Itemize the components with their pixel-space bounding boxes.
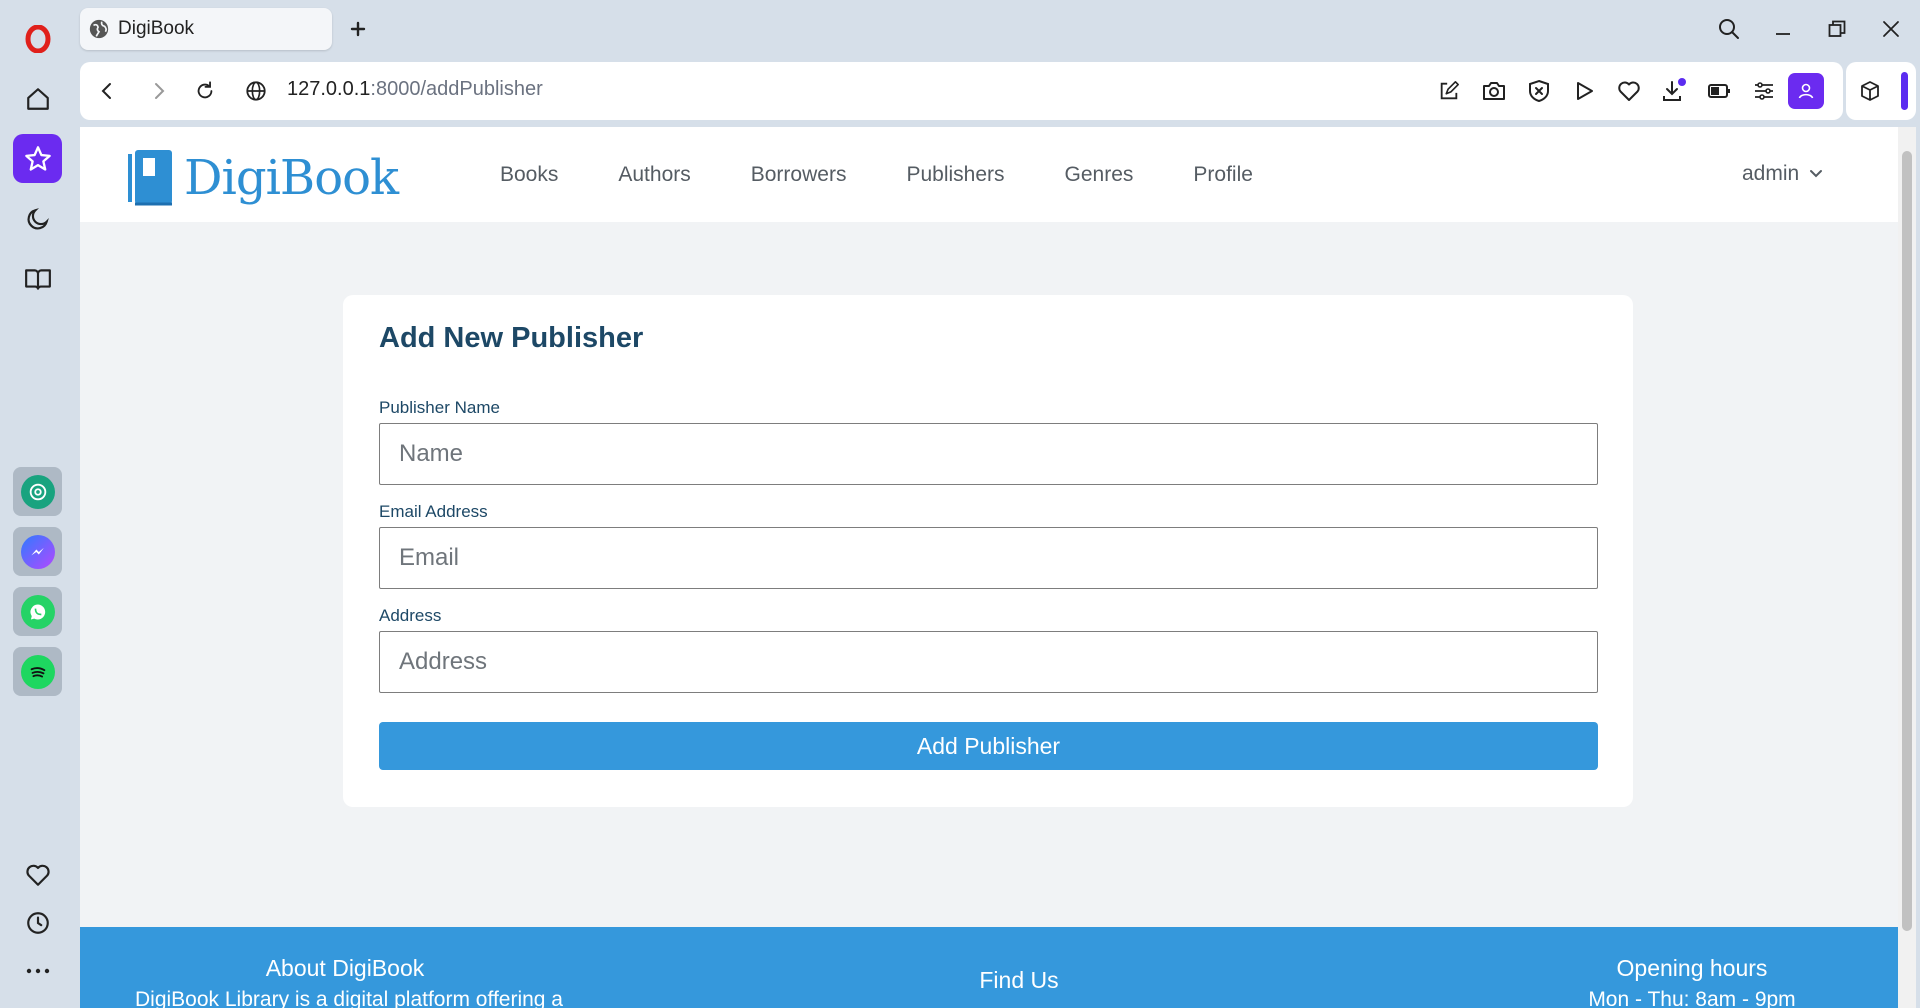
home-icon[interactable]	[13, 74, 62, 123]
email-address-input[interactable]	[379, 527, 1598, 589]
back-arrow-icon[interactable]	[94, 79, 118, 103]
publisher-name-label: Publisher Name	[379, 398, 500, 417]
footer-opening-hours: Opening hours Mon - Thu: 8am - 9pm	[1542, 955, 1842, 1008]
favorites-heart-icon[interactable]	[13, 850, 62, 899]
more-options-icon[interactable]	[13, 946, 62, 995]
footer-find-title: Find Us	[979, 967, 1059, 993]
address-input[interactable]	[379, 631, 1598, 693]
nav-genres[interactable]: Genres	[1065, 163, 1134, 187]
chevron-down-icon	[1809, 169, 1823, 179]
share-edit-icon[interactable]	[1436, 78, 1462, 104]
site-logo[interactable]: DigiBook	[126, 148, 399, 208]
footer-about-title: About DigiBook	[265, 955, 425, 981]
add-publisher-button[interactable]: Add Publisher	[379, 722, 1598, 770]
logo-text: DigiBook	[184, 150, 399, 206]
extensions-area	[1846, 62, 1916, 120]
user-profile-icon[interactable]	[1788, 73, 1824, 109]
form-title: Add New Publisher	[379, 322, 644, 354]
url-field[interactable]: 127.0.0.1:8000/addPublisher	[287, 78, 543, 101]
footer-about-text: DigiBook Library is a digital platform o…	[135, 988, 563, 1008]
whatsapp-app-icon[interactable]	[13, 587, 62, 636]
email-address-label: Email Address	[379, 502, 488, 521]
minimize-window-icon[interactable]	[1768, 14, 1798, 44]
footer-hours-text: Mon - Thu: 8am - 9pm	[1588, 988, 1796, 1008]
globe-favicon-icon	[88, 18, 110, 40]
forward-arrow-icon[interactable]	[148, 79, 172, 103]
address-label: Address	[379, 606, 442, 625]
ad-blocker-shield-icon[interactable]	[1526, 78, 1552, 104]
close-window-icon[interactable]	[1876, 14, 1906, 44]
nav-publishers[interactable]: Publishers	[906, 163, 1004, 187]
scrollbar-thumb[interactable]	[1902, 151, 1912, 931]
main-nav: Books Authors Borrowers Publishers Genre…	[500, 163, 1313, 187]
opera-logo-icon[interactable]	[13, 14, 62, 63]
messenger-app-icon[interactable]	[13, 527, 62, 576]
spotify-app-icon[interactable]	[13, 647, 62, 696]
easy-setup-sliders-icon[interactable]	[1751, 78, 1777, 104]
snapshot-camera-icon[interactable]	[1481, 78, 1507, 104]
nav-authors[interactable]: Authors	[618, 163, 690, 187]
search-tabs-icon[interactable]	[1714, 14, 1744, 44]
address-bar: 127.0.0.1:8000/addPublisher	[80, 62, 1843, 120]
sidebar-toggle-indicator[interactable]	[1901, 72, 1908, 110]
reload-icon[interactable]	[193, 79, 217, 103]
browser-sidebar	[0, 0, 75, 1008]
book-logo-icon	[128, 150, 172, 206]
site-footer: About DigiBook DigiBook Library is a dig…	[80, 927, 1898, 1008]
url-host: 127.0.0.1	[287, 78, 371, 100]
site-header: DigiBook Books Authors Borrowers Publish…	[80, 127, 1898, 222]
footer-about: About DigiBook DigiBook Library is a dig…	[135, 955, 563, 1008]
extensions-cube-icon[interactable]	[1857, 78, 1883, 104]
reading-list-book-icon[interactable]	[13, 254, 62, 303]
url-path: :8000/addPublisher	[370, 78, 543, 100]
tab-title: DigiBook	[118, 18, 195, 39]
browser-tab[interactable]: DigiBook	[80, 8, 332, 50]
page-scrollbar[interactable]	[1898, 127, 1916, 1008]
restore-window-icon[interactable]	[1822, 14, 1852, 44]
nav-borrowers[interactable]: Borrowers	[751, 163, 847, 187]
nav-profile[interactable]: Profile	[1193, 163, 1253, 187]
footer-hours-title: Opening hours	[1616, 955, 1768, 981]
add-publisher-card: Add New Publisher Publisher Name Email A…	[343, 295, 1633, 807]
chatgpt-app-icon[interactable]	[13, 467, 62, 516]
new-tab-plus-icon[interactable]	[345, 16, 371, 42]
battery-saver-icon[interactable]	[1706, 78, 1732, 104]
publisher-name-input[interactable]	[379, 423, 1598, 485]
bookmark-heart-icon[interactable]	[1616, 78, 1642, 104]
history-clock-icon[interactable]	[13, 898, 62, 947]
nav-books[interactable]: Books	[500, 163, 558, 187]
site-info-globe-icon[interactable]	[244, 79, 268, 103]
page-viewport: DigiBook Books Authors Borrowers Publish…	[80, 127, 1898, 1008]
player-play-icon[interactable]	[1571, 78, 1597, 104]
footer-find-us: Find Us	[949, 967, 1089, 994]
pinboard-star-icon[interactable]	[13, 134, 62, 183]
dark-mode-moon-icon[interactable]	[13, 194, 62, 243]
downloads-icon[interactable]	[1661, 78, 1687, 104]
user-menu-label: admin	[1742, 162, 1800, 185]
user-menu-dropdown[interactable]: admin	[1742, 162, 1823, 186]
